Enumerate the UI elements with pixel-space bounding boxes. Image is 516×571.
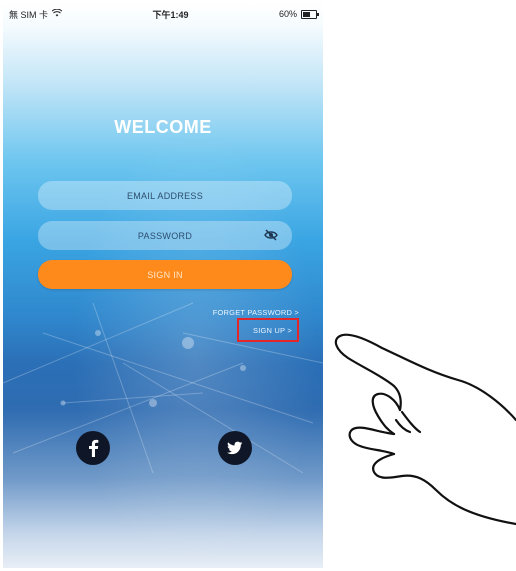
email-field[interactable]: EMAIL ADDRESS	[38, 181, 292, 210]
password-field[interactable]: PASSWORD	[38, 221, 292, 250]
password-placeholder: PASSWORD	[137, 230, 193, 241]
welcome-title: WELCOME	[114, 117, 212, 137]
facebook-button[interactable]	[76, 431, 110, 465]
pointing-hand-illustration	[334, 333, 516, 526]
battery-icon	[300, 9, 319, 19]
battery-level	[302, 11, 310, 17]
wifi-icon	[51, 8, 63, 19]
status-bar: 無 SIM 卡 下午1:49 60%	[3, 3, 323, 25]
twitter-button[interactable]	[218, 431, 252, 465]
email-placeholder: EMAIL ADDRESS	[126, 190, 204, 201]
battery-percent: 60%	[278, 9, 297, 19]
sign-up-highlight	[237, 318, 299, 342]
carrier-label: 無 SIM 卡	[9, 9, 49, 20]
status-time: 下午1:49	[152, 9, 189, 20]
forget-password-link[interactable]: FORGET PASSWORD >	[213, 308, 299, 317]
twitter-icon	[227, 441, 243, 455]
phone-screen: 無 SIM 卡 下午1:49 60% WELCOME EMAIL ADDRESS…	[3, 3, 323, 568]
eye-slash-icon[interactable]	[264, 229, 278, 241]
facebook-icon	[89, 439, 99, 457]
sign-in-button[interactable]: SIGN IN	[38, 260, 292, 289]
